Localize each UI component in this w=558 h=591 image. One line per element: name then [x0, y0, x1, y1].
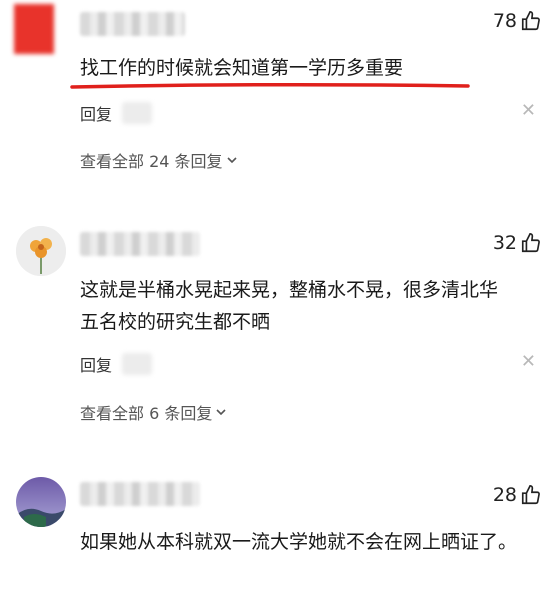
like-button[interactable]: 28 [493, 484, 542, 506]
comment-text: 如果她从本科就双一流大学她就不会在网上晒证了。 [80, 531, 518, 553]
like-count: 78 [492, 10, 517, 32]
close-icon[interactable]: ✕ [521, 100, 536, 121]
like-button[interactable]: 32 [493, 232, 542, 254]
thumbs-up-icon [521, 233, 540, 253]
reply-button[interactable]: 回复 [80, 101, 112, 125]
avatar[interactable] [14, 4, 54, 54]
reply-row: 回复 [80, 352, 153, 376]
close-icon[interactable]: ✕ [521, 351, 536, 372]
view-all-replies[interactable]: 查看全部 6 条回复 [80, 400, 228, 424]
red-underline-annotation [70, 82, 470, 89]
reply-row: 回复 [80, 101, 153, 125]
view-all-replies-label: 查看全部 24 条回复 [80, 152, 223, 171]
username-blurred[interactable] [80, 232, 200, 256]
comment-text: 找工作的时候就会知道第一学历多重要 [80, 57, 404, 79]
view-all-replies-label: 查看全部 6 条回复 [80, 404, 213, 423]
reply-time-blurred [122, 102, 153, 124]
flower-avatar-image [16, 226, 66, 276]
avatar[interactable] [16, 226, 66, 276]
comment-text: 这就是半桶水晃起来晃，整桶水不晃，很多清北华五名校的研究生都不晒 [80, 279, 499, 333]
like-count: 32 [492, 232, 517, 254]
thumbs-up-icon [521, 11, 540, 31]
view-all-replies[interactable]: 查看全部 24 条回复 [80, 148, 239, 172]
chevron-down-icon [226, 157, 237, 164]
username-blurred[interactable] [80, 12, 185, 36]
like-button[interactable]: 78 [493, 10, 542, 32]
landscape-avatar-image [16, 477, 66, 527]
thumbs-up-icon [521, 485, 540, 505]
chevron-down-icon [216, 409, 226, 416]
avatar[interactable] [16, 477, 66, 527]
reply-time-blurred [122, 353, 153, 375]
reply-button[interactable]: 回复 [80, 352, 112, 376]
username-blurred[interactable] [80, 482, 200, 506]
like-count: 28 [492, 484, 517, 506]
